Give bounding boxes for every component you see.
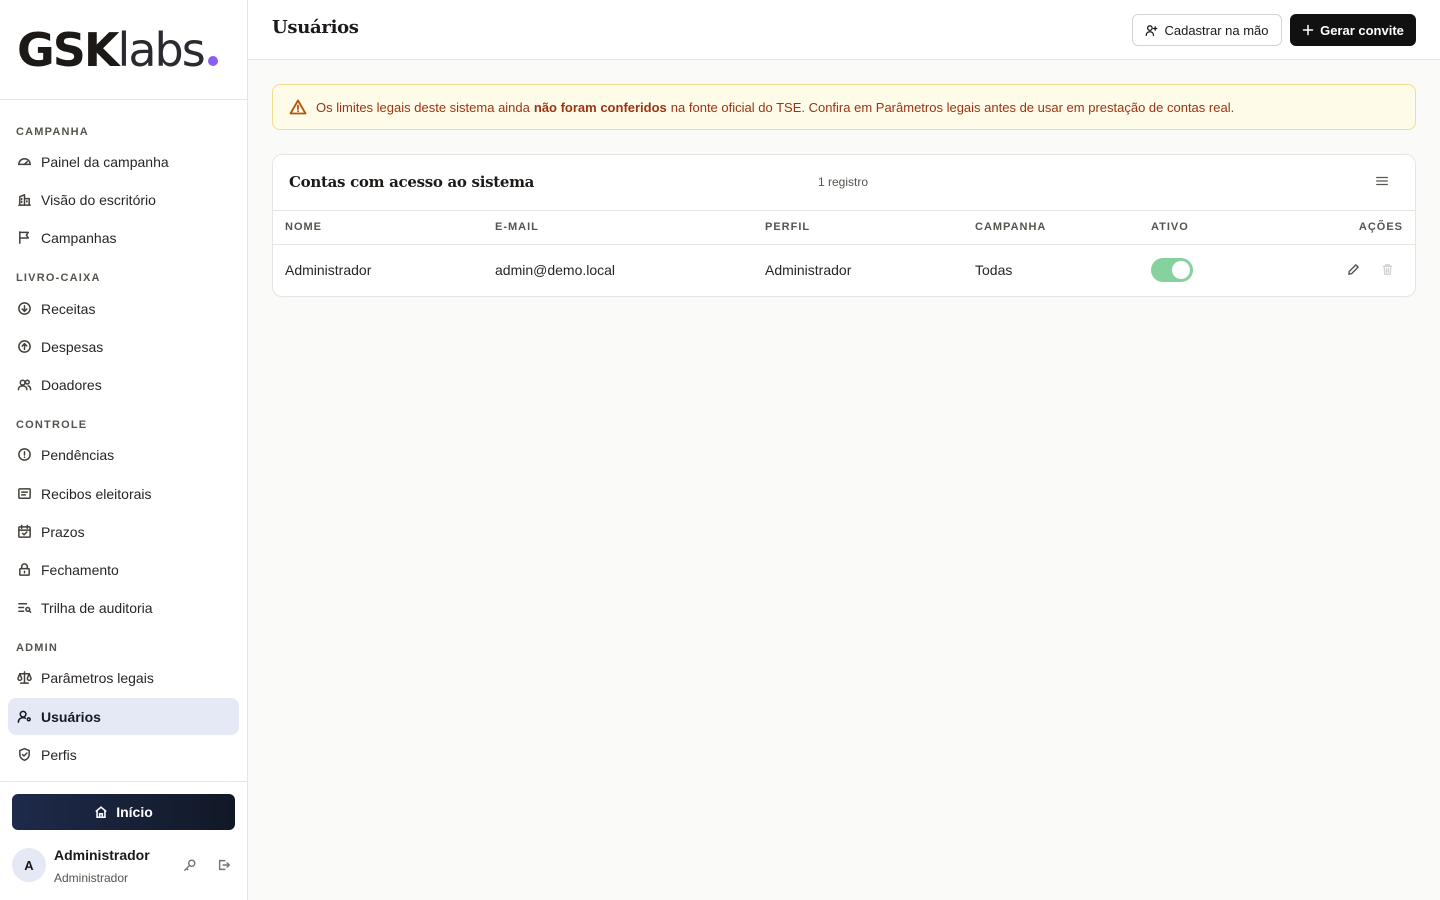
sidebar-item-campanhas[interactable]: Campanhas: [8, 219, 239, 256]
change-password-button[interactable]: [183, 858, 199, 874]
user-name: Administrador: [54, 847, 150, 863]
nav-section-campanha: CAMPANHA: [16, 126, 89, 138]
cell-nome: Administrador: [285, 262, 372, 278]
user-cog-icon: [17, 710, 31, 723]
list-search-icon: [18, 603, 32, 613]
record-count: 1 registro: [818, 175, 869, 189]
trash-icon: [1382, 264, 1393, 275]
sidebar-item-escritorio[interactable]: Visão do escritório: [8, 181, 239, 218]
cell-email: admin@demo.local: [495, 262, 616, 278]
sidebar-item-receitas[interactable]: Receitas: [8, 290, 239, 327]
flag-icon: [19, 231, 29, 244]
sidebar-item-label: Doadores: [41, 376, 102, 393]
nav-section-admin: ADMIN: [16, 642, 59, 654]
card-title: Contas com acesso ao sistema: [289, 173, 535, 191]
sidebar-item-recibos[interactable]: Recibos eleitorais: [8, 475, 239, 512]
users-icon: [17, 379, 32, 391]
brand-logo[interactable]: GSKlabs: [0, 0, 247, 100]
sidebar-item-label: Parâmetros legais: [41, 669, 154, 686]
receipt-icon: [18, 488, 31, 499]
brand-name-light: labs: [117, 22, 206, 77]
sidebar-item-usuarios[interactable]: Usuários: [8, 698, 239, 735]
alert-text-after: na fonte oficial do TSE. Confira em Parâ…: [670, 99, 1235, 115]
sidebar-item-prazos[interactable]: Prazos: [8, 513, 239, 550]
toggle-knob: [1172, 261, 1190, 279]
sidebar-item-label: Despesas: [41, 338, 104, 355]
logout-icon: [218, 859, 230, 871]
avatar: A: [12, 848, 46, 882]
cell-campanha: Todas: [975, 262, 1013, 278]
sidebar-item-label: Receitas: [41, 300, 96, 317]
column-header-ativo[interactable]: ATIVO: [1151, 221, 1189, 233]
nav-section-livro-caixa: LIVRO-CAIXA: [16, 272, 101, 284]
home-icon: [95, 806, 107, 819]
sidebar-item-parametros[interactable]: Parâmetros legais: [8, 659, 239, 696]
sidebar-item-label: Trilha de auditoria: [41, 599, 153, 616]
delete-button[interactable]: [1381, 263, 1395, 277]
active-toggle[interactable]: [1151, 258, 1193, 282]
sidebar-item-label: Perfis: [41, 746, 77, 763]
brand-dot: [207, 55, 218, 66]
sidebar: GSKlabs CAMPANHA Painel da campanha Visã…: [0, 0, 248, 900]
sidebar-item-doadores[interactable]: Doadores: [8, 366, 239, 403]
user-plus-icon: [1146, 24, 1158, 36]
column-header-campanha[interactable]: CAMPANHA: [975, 221, 1046, 233]
sidebar-item-label: Campanhas: [41, 229, 117, 246]
column-header-email[interactable]: E-MAIL: [495, 221, 539, 233]
alert-text-before: Os limites legais deste sistema ainda: [316, 99, 530, 115]
sidebar-footer: Início A Administrador Administrador: [0, 781, 247, 900]
sidebar-item-perfis[interactable]: Perfis: [8, 736, 239, 773]
pencil-icon: [1348, 264, 1359, 275]
alert-text-bold: não foram conferidos: [533, 99, 667, 115]
sidebar-item-fechamento[interactable]: Fechamento: [8, 551, 239, 588]
table-header: NOME E-MAIL PERFIL CAMPANHA ATIVO AÇÕES: [273, 210, 1415, 245]
sidebar-item-label: Painel da campanha: [41, 153, 169, 170]
gauge-icon: [18, 158, 31, 166]
sidebar-item-label: Visão do escritório: [41, 191, 156, 208]
cell-perfil: Administrador: [765, 262, 852, 278]
lock-icon: [19, 563, 30, 576]
column-menu-button[interactable]: [1375, 174, 1391, 190]
plus-icon: [1302, 24, 1314, 36]
building-icon: [18, 194, 31, 206]
arrow-down-circle-icon: [18, 302, 31, 315]
column-header-perfil[interactable]: PERFIL: [765, 221, 810, 233]
table-row: Administrador admin@demo.local Administr…: [273, 245, 1415, 296]
users-table-card: Contas com acesso ao sistema 1 registro …: [272, 154, 1416, 297]
shield-check-icon: [19, 747, 30, 762]
top-bar: Usuários Cadastrar na mão Gerar convite: [248, 0, 1440, 60]
sidebar-item-pendencias[interactable]: Pendências: [8, 436, 239, 473]
home-button-label: Início: [116, 804, 153, 820]
nav-section-controle: CONTROLE: [16, 419, 88, 431]
key-icon: [184, 859, 196, 871]
sidebar-item-despesas[interactable]: Despesas: [8, 328, 239, 365]
user-role: Administrador: [54, 871, 129, 885]
calendar-check-icon: [18, 524, 31, 538]
generate-invite-label: Gerar convite: [1320, 22, 1404, 38]
sidebar-item-label: Prazos: [41, 523, 85, 540]
sidebar-item-label: Usuários: [41, 708, 101, 725]
manual-register-button[interactable]: Cadastrar na mão: [1132, 14, 1282, 46]
legal-limits-alert: Os limites legais deste sistema ainda nã…: [272, 84, 1416, 130]
sidebar-item-label: Pendências: [41, 446, 115, 463]
manual-register-label: Cadastrar na mão: [1164, 22, 1269, 38]
warning-triangle-icon: [289, 99, 307, 115]
generate-invite-button[interactable]: Gerar convite: [1290, 14, 1416, 46]
sidebar-item-label: Fechamento: [41, 561, 119, 578]
logout-button[interactable]: [217, 858, 233, 874]
column-header-nome[interactable]: NOME: [285, 221, 322, 233]
menu-icon: [1376, 176, 1388, 186]
scale-icon: [17, 671, 32, 684]
sidebar-item-painel[interactable]: Painel da campanha: [8, 143, 239, 180]
page-title: Usuários: [272, 17, 359, 38]
edit-button[interactable]: [1347, 263, 1361, 277]
alert-circle-icon: [18, 448, 31, 461]
arrow-up-circle-icon: [18, 340, 31, 353]
column-header-acoes: AÇÕES: [1358, 221, 1403, 233]
home-button[interactable]: Início: [12, 794, 235, 830]
sidebar-item-label: Recibos eleitorais: [41, 485, 152, 502]
sidebar-item-auditoria[interactable]: Trilha de auditoria: [8, 589, 239, 626]
brand-name-bold: GSK: [17, 22, 120, 77]
